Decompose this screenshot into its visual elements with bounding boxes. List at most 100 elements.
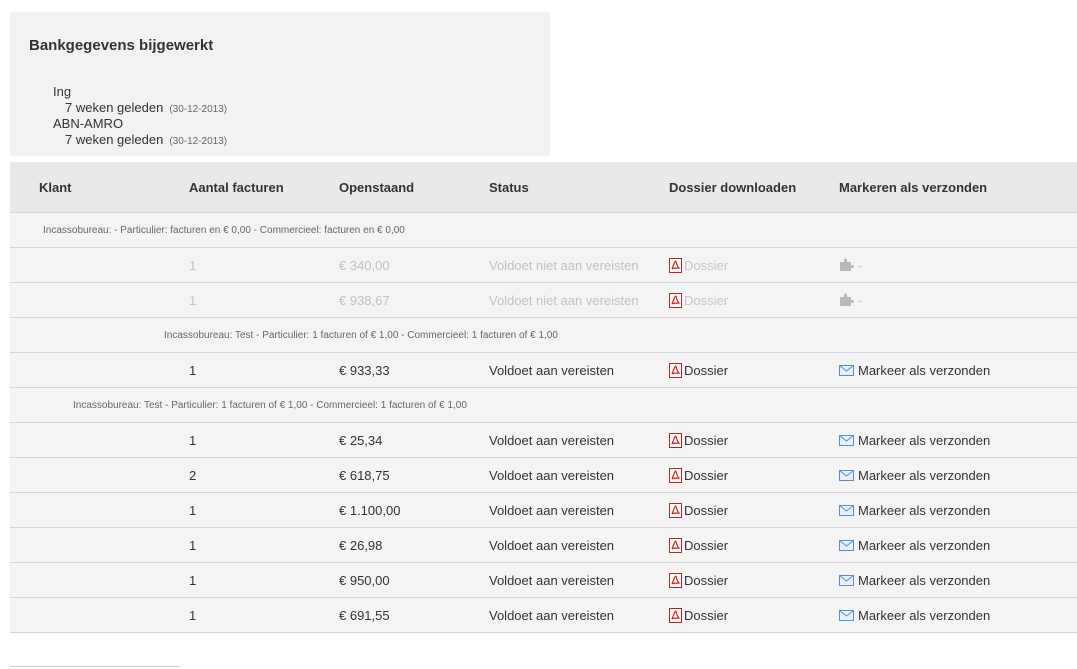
dash-label: -	[858, 257, 863, 273]
mark-sent-label: Markeer als verzonden	[858, 572, 991, 588]
cell-status: Voldoet niet aan vereisten	[489, 282, 669, 318]
cell-status: Voldoet aan vereisten	[489, 492, 669, 528]
cell-aantal: 2	[189, 457, 339, 493]
dossier-label: Dossier	[684, 572, 729, 588]
cell-openstaand: € 938,67	[339, 282, 489, 318]
cell-klant	[10, 282, 189, 318]
cell-aantal: 1	[189, 282, 339, 318]
cell-openstaand: € 26,98	[339, 527, 489, 563]
cell-dossier: Dossier	[669, 492, 839, 528]
puzzle-icon	[839, 293, 854, 307]
pdf-icon	[669, 362, 682, 378]
mark-sent-label: Markeer als verzonden	[858, 607, 991, 623]
bank-name: Ing	[53, 84, 72, 99]
cell-klant	[10, 352, 189, 388]
dossier-download-link[interactable]: Dossier	[669, 362, 729, 378]
dossier-label: Dossier	[684, 292, 729, 308]
dossier-label: Dossier	[684, 467, 729, 483]
mark-sent-link[interactable]: Markeer als verzonden	[839, 573, 990, 588]
dossier-label: Dossier	[684, 362, 729, 378]
dossier-download-link[interactable]: Dossier	[669, 432, 728, 448]
cell-status: Voldoet aan vereisten	[489, 422, 669, 458]
cell-klant	[10, 562, 189, 598]
mark-sent-link[interactable]: Markeer als verzonden	[839, 608, 990, 623]
mark-sent-link[interactable]: Markeer als verzonden	[839, 363, 990, 378]
mark-sent-link[interactable]: Markeer als verzonden	[839, 503, 990, 518]
column-header-markeren[interactable]: Markeren als verzonden	[839, 162, 1077, 213]
cell-status: Voldoet niet aan vereisten	[489, 247, 669, 283]
table-row: 1 € 933,33 Voldoet aan vereisten Dossier Mar…	[10, 352, 1077, 388]
cell-openstaand: € 618,75	[339, 457, 489, 493]
pdf-icon	[669, 257, 682, 273]
cell-openstaand: € 340,00	[339, 247, 489, 283]
bank-updated-date: (30-12-2013)	[169, 136, 228, 147]
pdf-icon	[669, 572, 682, 588]
group-row: Incassobureau: Test - Particulier: 1 fac…	[10, 387, 1077, 423]
bank-updated: 7 weken geleden (30-12-2013)	[65, 100, 227, 115]
cell-markeren: Markeer als verzonden	[839, 422, 1077, 458]
pdf-icon	[669, 607, 682, 623]
table-body: Incassobureau: - Particulier: facturen e…	[10, 212, 1077, 633]
dossier-label: Dossier	[684, 607, 729, 623]
bank-updated-ago: 7 weken geleden	[65, 100, 164, 115]
table-header-row: Klant Aantal facturen Openstaand Status …	[10, 162, 1077, 213]
group-row: Incassobureau: - Particulier: facturen e…	[10, 212, 1077, 248]
mark-sent-link[interactable]: Markeer als verzonden	[839, 433, 990, 448]
bank-updated: 7 weken geleden (30-12-2013)	[65, 132, 227, 147]
cell-markeren: Markeer als verzonden	[839, 527, 1077, 563]
pdf-icon	[669, 502, 682, 518]
cell-dossier: Dossier	[669, 352, 839, 388]
cell-status: Voldoet aan vereisten	[489, 597, 669, 633]
dossier-download-link[interactable]: Dossier	[669, 537, 729, 553]
cell-openstaand: € 933,33	[339, 352, 489, 388]
invoice-table: Klant Aantal facturen Openstaand Status …	[10, 162, 1077, 633]
cell-markeren: Markeer als verzonden	[839, 562, 1077, 598]
bank-updated-date: (30-12-2013)	[169, 104, 228, 115]
dossier-label: Dossier	[684, 502, 729, 518]
mark-sent-label: Markeer als verzonden	[858, 467, 991, 483]
dossier-download-link[interactable]: Dossier	[669, 607, 729, 623]
cell-markeren: Markeer als verzonden	[839, 457, 1077, 493]
dossier-download-link[interactable]: Dossier	[669, 257, 728, 273]
column-header-klant[interactable]: Klant	[10, 162, 189, 213]
mark-disabled: -	[839, 293, 862, 308]
cell-status: Voldoet aan vereisten	[489, 527, 669, 563]
cell-dossier: Dossier	[669, 527, 839, 563]
cell-dossier: Dossier	[669, 562, 839, 598]
mark-sent-label: Markeer als verzonden	[858, 502, 991, 518]
dash-label: -	[858, 292, 863, 308]
mail-icon	[839, 609, 854, 621]
cell-status: Voldoet aan vereisten	[489, 562, 669, 598]
cell-aantal: 1	[189, 492, 339, 528]
cell-aantal: 1	[189, 247, 339, 283]
group-label: Incassobureau: Test - Particulier: 1 fac…	[10, 387, 1077, 423]
column-header-dossier[interactable]: Dossier downloaden	[669, 162, 839, 213]
cell-dossier: Dossier	[669, 247, 839, 283]
dossier-download-link[interactable]: Dossier	[669, 292, 729, 308]
group-row: Incassobureau: Test - Particulier: 1 fac…	[10, 317, 1077, 353]
table-row: 1 € 950,00 Voldoet aan vereisten Dossier Mar…	[10, 562, 1077, 598]
divider	[10, 666, 180, 667]
column-header-aantal[interactable]: Aantal facturen	[189, 162, 339, 213]
panel-title: Bankgegevens bijgewerkt	[29, 37, 214, 54]
cell-aantal: 1	[189, 597, 339, 633]
mark-sent-link[interactable]: Markeer als verzonden	[839, 468, 990, 483]
group-label: Incassobureau: - Particulier: facturen e…	[10, 212, 1077, 248]
cell-dossier: Dossier	[669, 457, 839, 493]
column-header-openstaand[interactable]: Openstaand	[339, 162, 489, 213]
mail-icon	[839, 364, 854, 376]
column-header-status[interactable]: Status	[489, 162, 669, 213]
bank-name: ABN-AMRO	[53, 116, 124, 131]
cell-openstaand: € 25,34	[339, 422, 489, 458]
cell-aantal: 1	[189, 422, 339, 458]
dossier-download-link[interactable]: Dossier	[669, 572, 729, 588]
table-row: 1 € 938,67 Voldoet niet aan vereisten Dossi…	[10, 282, 1077, 318]
pdf-icon	[669, 432, 682, 448]
cell-markeren: -	[839, 282, 1077, 318]
mail-icon	[839, 434, 854, 446]
mark-sent-link[interactable]: Markeer als verzonden	[839, 538, 990, 553]
dossier-download-link[interactable]: Dossier	[669, 467, 729, 483]
bank-updated-ago: 7 weken geleden	[65, 132, 164, 147]
dossier-label: Dossier	[684, 537, 729, 553]
dossier-download-link[interactable]: Dossier	[669, 502, 729, 518]
